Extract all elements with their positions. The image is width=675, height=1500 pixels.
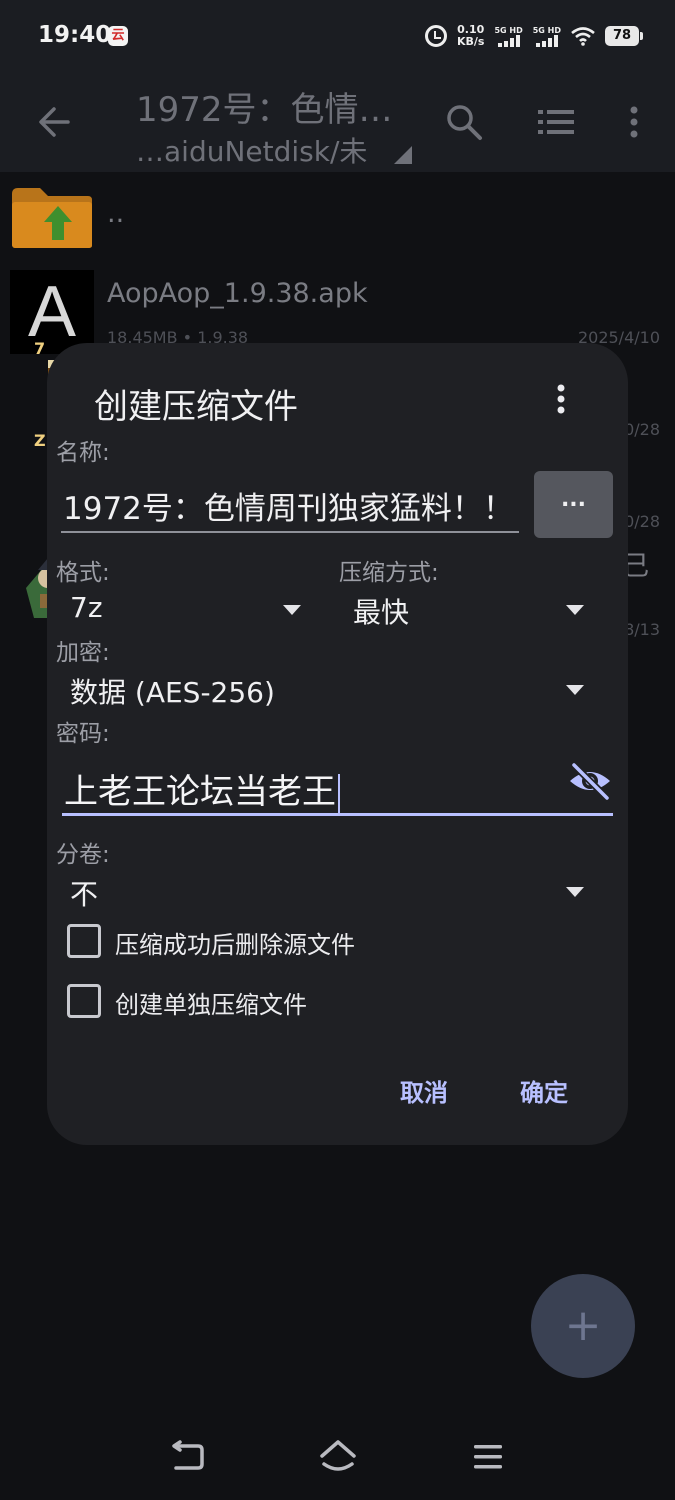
split-label: 分卷:: [56, 842, 110, 868]
signal-1-label: 5G HD: [494, 25, 523, 35]
password-input-value: 上老王论坛当老王: [64, 764, 340, 814]
system-nav-bar: [0, 1420, 675, 1500]
list-view-icon[interactable]: [536, 104, 576, 140]
status-bar: 19:40 云 0.10 KB/s 5G HD 5G HD 78: [0, 0, 675, 72]
file-date: 0/28: [624, 512, 660, 531]
signal-bars-icon: [535, 34, 558, 47]
dialog-title: 创建压缩文件: [94, 387, 298, 427]
list-item[interactable]: ..: [0, 180, 675, 268]
toolbar-path[interactable]: …aiduNetdisk/未: [136, 130, 367, 170]
plus-icon: +: [564, 1300, 602, 1351]
format-select[interactable]: 7z: [70, 585, 310, 635]
delete-source-checkbox[interactable]: 压缩成功后删除源文件: [67, 921, 587, 961]
format-label: 格式:: [56, 560, 110, 586]
create-archive-dialog: 创建压缩文件 名称: 1972号：色情周刊独家猛料！！ ... 格式: 7z 压…: [47, 343, 628, 1145]
encrypt-label: 加密:: [56, 640, 110, 666]
dropdown-caret-icon: [566, 605, 584, 615]
delete-source-label: 压缩成功后删除源文件: [115, 931, 355, 959]
file-date: 0/28: [624, 420, 660, 439]
network-speed-unit: KB/s: [456, 35, 485, 48]
checkbox-icon[interactable]: [67, 984, 101, 1018]
password-input[interactable]: 上老王论坛当老王: [62, 760, 613, 816]
search-icon[interactable]: [444, 102, 484, 142]
folder-up-icon: [12, 188, 92, 248]
cancel-button[interactable]: 取消: [400, 1073, 448, 1108]
nav-menu-icon[interactable]: [472, 1442, 504, 1472]
signal-bars-icon: [497, 34, 520, 47]
separate-archive-checkbox[interactable]: 创建单独压缩文件: [67, 981, 587, 1021]
method-select[interactable]: 最快: [353, 585, 593, 635]
dropdown-caret-icon: [566, 887, 584, 897]
signal-2-label: 5G HD: [532, 25, 561, 35]
signal-2: 5G HD: [533, 26, 561, 47]
file-name: AopAop_1.9.38.apk: [107, 278, 368, 309]
more-vert-icon[interactable]: [547, 379, 575, 419]
status-indicators: 0.10 KB/s 5G HD 5G HD 78: [424, 20, 643, 52]
format-value: 7z: [70, 591, 103, 624]
method-label: 压缩方式:: [339, 560, 439, 586]
checkbox-icon[interactable]: [67, 924, 101, 958]
split-select[interactable]: 不: [70, 867, 593, 917]
visibility-off-icon[interactable]: [567, 761, 613, 801]
back-arrow-icon[interactable]: [34, 102, 74, 142]
password-label: 密码:: [56, 721, 110, 747]
nav-back-icon[interactable]: [170, 1440, 206, 1474]
name-input-value: 1972号：色情周刊独家猛料！！: [63, 491, 514, 527]
dropdown-caret-icon: [566, 685, 584, 695]
battery-icon: 78: [605, 26, 643, 46]
ok-button[interactable]: 确定: [520, 1073, 568, 1108]
file-date: 8/13: [624, 620, 660, 639]
method-value: 最快: [353, 596, 410, 629]
separate-archive-label: 创建单独压缩文件: [115, 991, 307, 1019]
path-dropdown-icon[interactable]: [394, 146, 412, 164]
apk-icon: A: [10, 270, 94, 354]
browse-button[interactable]: ...: [534, 471, 613, 538]
file-name: ..: [107, 198, 125, 229]
more-vert-icon[interactable]: [620, 102, 648, 142]
text-cursor: [338, 773, 340, 814]
dropdown-caret-icon: [283, 605, 301, 615]
encrypt-select[interactable]: 数据 (AES-256): [70, 665, 593, 715]
network-speed: 0.10 KB/s: [457, 24, 484, 48]
split-value: 不: [70, 878, 99, 911]
cloud-app-icon: 云: [108, 26, 128, 46]
wifi-icon: [571, 27, 595, 46]
encrypt-value: 数据 (AES-256): [70, 676, 275, 709]
name-input[interactable]: 1972号：色情周刊独家猛料！！: [61, 479, 519, 533]
signal-1: 5G HD: [494, 25, 523, 47]
toolbar-title: 1972号：色情…: [136, 90, 393, 130]
name-label: 名称:: [56, 440, 110, 466]
add-fab-button[interactable]: +: [531, 1274, 635, 1378]
alarm-icon: [424, 25, 447, 47]
nav-home-icon[interactable]: [318, 1438, 358, 1474]
toolbar: 1972号：色情… …aiduNetdisk/未: [0, 72, 675, 172]
status-time: 19:40: [38, 22, 112, 48]
password-text: 上老王论坛当老王: [64, 772, 336, 812]
